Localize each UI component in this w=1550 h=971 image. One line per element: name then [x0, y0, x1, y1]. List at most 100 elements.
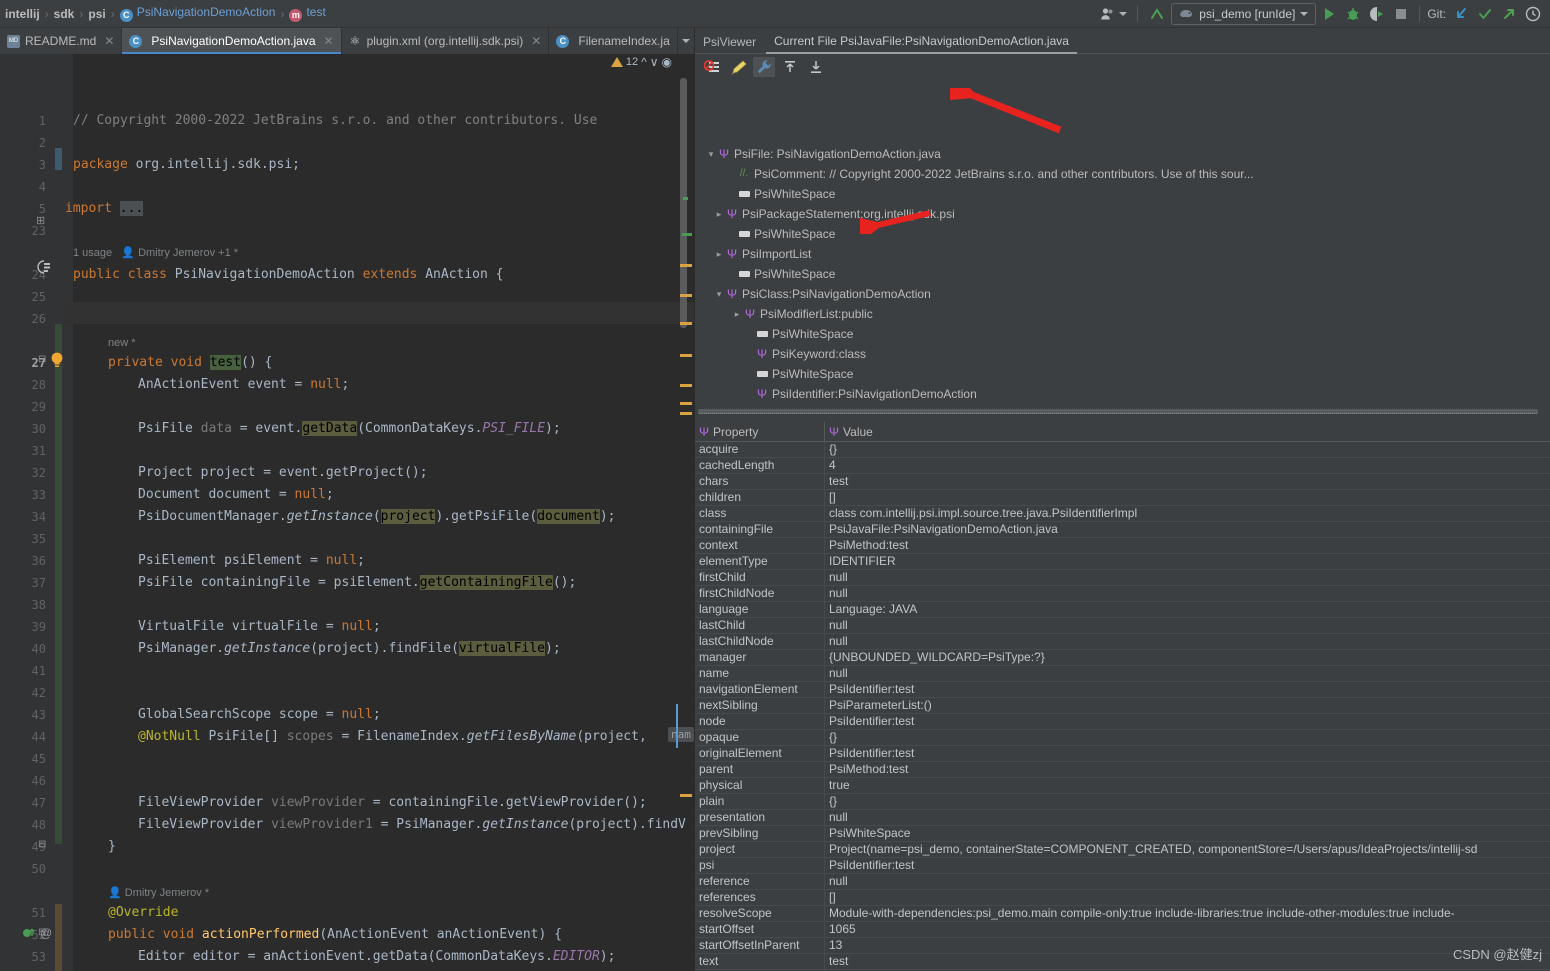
- next-problem-icon[interactable]: ∨: [650, 55, 659, 69]
- debug-bug-icon[interactable]: [1342, 3, 1364, 25]
- psi-tree-node[interactable]: PsiWhiteSpace: [743, 364, 853, 384]
- table-row[interactable]: lastChildNode null: [695, 634, 1550, 650]
- table-row[interactable]: project Project(name=psi_demo, containerS…: [695, 842, 1550, 858]
- editor-vertical-scrollbar[interactable]: [680, 78, 687, 328]
- psi-tree-node[interactable]: ▾ Ψ PsiClass:PsiNavigationDemoAction: [713, 284, 931, 304]
- table-row[interactable]: firstChildNode null: [695, 586, 1550, 602]
- table-row[interactable]: node PsiIdentifier:test: [695, 714, 1550, 730]
- breadcrumb-item-psi[interactable]: psi: [85, 7, 108, 21]
- table-row[interactable]: class class com.intellij.psi.impl.source.…: [695, 506, 1550, 522]
- user-account-icon[interactable]: [1097, 3, 1130, 25]
- update-arrow-icon[interactable]: [1145, 3, 1169, 25]
- table-row[interactable]: nextSibling PsiParameterList:(): [695, 698, 1550, 714]
- table-row[interactable]: containingFile PsiJavaFile:PsiNavigationD…: [695, 522, 1550, 538]
- run-play-icon[interactable]: [1318, 3, 1340, 25]
- psi-property-table[interactable]: Ψ Property Ψ Value acquire{} cachedLength 4 c…: [695, 422, 1550, 971]
- override-method-gutter-icon[interactable]: [22, 925, 36, 946]
- psiviewer-tab-current-file[interactable]: Current File PsiJavaFile:PsiNavigationDe…: [766, 34, 1077, 54]
- table-row[interactable]: firstChild null: [695, 570, 1550, 586]
- error-stripe-marker[interactable]: [682, 233, 692, 236]
- psi-tree-node[interactable]: ▾ Ψ PsiFile: PsiNavigationDemoAction.jav…: [705, 144, 941, 164]
- psi-tree-node[interactable]: PsiWhiteSpace: [725, 184, 835, 204]
- fold-expand-icon[interactable]: ⊞: [36, 214, 45, 227]
- settings-wrench-icon[interactable]: [753, 57, 775, 77]
- change-marker-brown[interactable]: [55, 904, 62, 971]
- table-row[interactable]: cachedLength 4: [695, 458, 1550, 474]
- intention-bulb-icon[interactable]: [50, 351, 64, 374]
- table-row[interactable]: language Language: JAVA: [695, 602, 1550, 618]
- table-row[interactable]: manager {UNBOUNDED_WILDCARD=PsiType:?}: [695, 650, 1550, 666]
- editor-tab-pluginxml[interactable]: ⚛ plugin.xml (org.intellij.sdk.psi) ✕: [342, 28, 550, 54]
- table-row[interactable]: references []: [695, 890, 1550, 906]
- close-icon[interactable]: ✕: [531, 34, 541, 48]
- breadcrumb-item-method[interactable]: m test: [286, 5, 328, 22]
- table-row[interactable]: presentation null: [695, 810, 1550, 826]
- chevron-right-icon[interactable]: ▸: [731, 304, 743, 324]
- inlay-usage-hint[interactable]: 1 usage 👤 Dmitry Jemerov +1 *: [73, 244, 238, 262]
- psi-tree[interactable]: ▾ Ψ PsiFile: PsiNavigationDemoAction.jav…: [695, 84, 1550, 415]
- breadcrumb-item-sdk[interactable]: sdk: [51, 7, 78, 21]
- table-row[interactable]: resolveScope Module-with-dependencies:psi…: [695, 906, 1550, 922]
- scrollbar-thumb[interactable]: [698, 409, 1538, 414]
- error-stripe-marker[interactable]: [680, 354, 692, 357]
- table-row[interactable]: context PsiMethod:test: [695, 538, 1550, 554]
- psi-tree-node[interactable]: Ψ PsiKeyword:class: [743, 344, 866, 364]
- table-row[interactable]: acquire {}: [695, 442, 1550, 458]
- table-row[interactable]: chars test: [695, 474, 1550, 490]
- editor-tab-psinavigationdemoaction[interactable]: C PsiNavigationDemoAction.java ✕: [122, 28, 342, 54]
- table-row[interactable]: physical true: [695, 778, 1550, 794]
- chevron-right-icon[interactable]: ▸: [713, 204, 725, 224]
- code-editor[interactable]: 1 2 3 4 5 23 24 25 26 27 28 29 30 31 32 …: [0, 54, 694, 971]
- git-push-arrow-icon[interactable]: [1498, 3, 1520, 25]
- column-header-value[interactable]: Ψ Value: [825, 422, 1550, 441]
- git-update-project-icon[interactable]: [1450, 3, 1472, 25]
- close-icon[interactable]: ✕: [104, 34, 114, 48]
- table-row[interactable]: startOffsetInParent 13: [695, 938, 1550, 954]
- table-row[interactable]: originalElement PsiIdentifier:test: [695, 746, 1550, 762]
- table-row[interactable]: children []: [695, 490, 1550, 506]
- table-row[interactable]: name null: [695, 666, 1550, 682]
- error-stripe-marker[interactable]: [680, 322, 692, 325]
- chevron-right-icon[interactable]: ▸: [713, 244, 725, 264]
- error-stripe-marker[interactable]: [680, 294, 692, 297]
- psi-tree-node[interactable]: PsiWhiteSpace: [725, 264, 835, 284]
- psi-tree-node[interactable]: Ψ PsiIdentifier:PsiNavigationDemoAction: [743, 384, 977, 404]
- error-stripe-marker[interactable]: [680, 264, 692, 267]
- table-row[interactable]: elementType IDENTIFIER: [695, 554, 1550, 570]
- error-stripe-marker[interactable]: [683, 197, 688, 200]
- column-header-property[interactable]: Ψ Property: [695, 422, 825, 441]
- table-row[interactable]: reference null: [695, 874, 1550, 890]
- chevron-down-icon[interactable]: ▾: [705, 144, 717, 164]
- inlay-author-hint[interactable]: 👤 Dmitry Jemerov *: [108, 884, 209, 902]
- prev-problem-icon[interactable]: ^: [641, 55, 647, 69]
- run-configuration-selector[interactable]: psi_demo [runIde]: [1171, 2, 1317, 25]
- annotation-gutter-icon[interactable]: @: [40, 926, 52, 940]
- no-filter-icon[interactable]: [701, 57, 723, 77]
- table-row[interactable]: prevSibling PsiWhiteSpace: [695, 826, 1550, 842]
- inspection-widget[interactable]: 12 ^ ∨ ◉: [610, 55, 672, 69]
- table-row[interactable]: startOffset 1065: [695, 922, 1550, 938]
- git-commit-checkmark-icon[interactable]: [1474, 3, 1496, 25]
- breadcrumb-item-intellij[interactable]: intellij: [2, 7, 43, 21]
- table-row[interactable]: psi PsiIdentifier:test: [695, 858, 1550, 874]
- psi-tree-node[interactable]: //. PsiComment: // Copyright 2000-2022 J…: [725, 164, 1254, 184]
- run-action-gutter-icon[interactable]: [36, 259, 52, 280]
- stop-square-icon[interactable]: [1390, 3, 1412, 25]
- psi-tree-node[interactable]: ▸ Ψ PsiPackageStatement:org.intellij.sdk…: [713, 204, 955, 224]
- fold-region-marker-import[interactable]: [55, 148, 62, 170]
- table-row[interactable]: lastChild null: [695, 618, 1550, 634]
- code-text-area[interactable]: // Copyright 2000-2022 JetBrains s.r.o. …: [65, 54, 686, 971]
- psi-tree-node[interactable]: ▸ Ψ PsiImportList: [713, 244, 812, 264]
- error-stripe-marker[interactable]: [680, 794, 692, 797]
- table-row[interactable]: parent PsiMethod:test: [695, 762, 1550, 778]
- collapse-down-icon[interactable]: [805, 57, 827, 77]
- chevron-down-icon[interactable]: ▾: [713, 284, 725, 304]
- git-history-clock-icon[interactable]: [1522, 3, 1544, 25]
- psi-tree-horizontal-scrollbar[interactable]: [695, 408, 1550, 415]
- psi-tree-node[interactable]: ▸ Ψ PsiModifierList:public: [731, 304, 873, 324]
- table-row[interactable]: navigationElement PsiIdentifier:test: [695, 682, 1550, 698]
- inspection-settings-icon[interactable]: ◉: [662, 55, 672, 69]
- close-icon[interactable]: ✕: [324, 34, 334, 48]
- expand-up-icon[interactable]: [779, 57, 801, 77]
- psi-tree-node[interactable]: PsiWhiteSpace: [743, 324, 853, 344]
